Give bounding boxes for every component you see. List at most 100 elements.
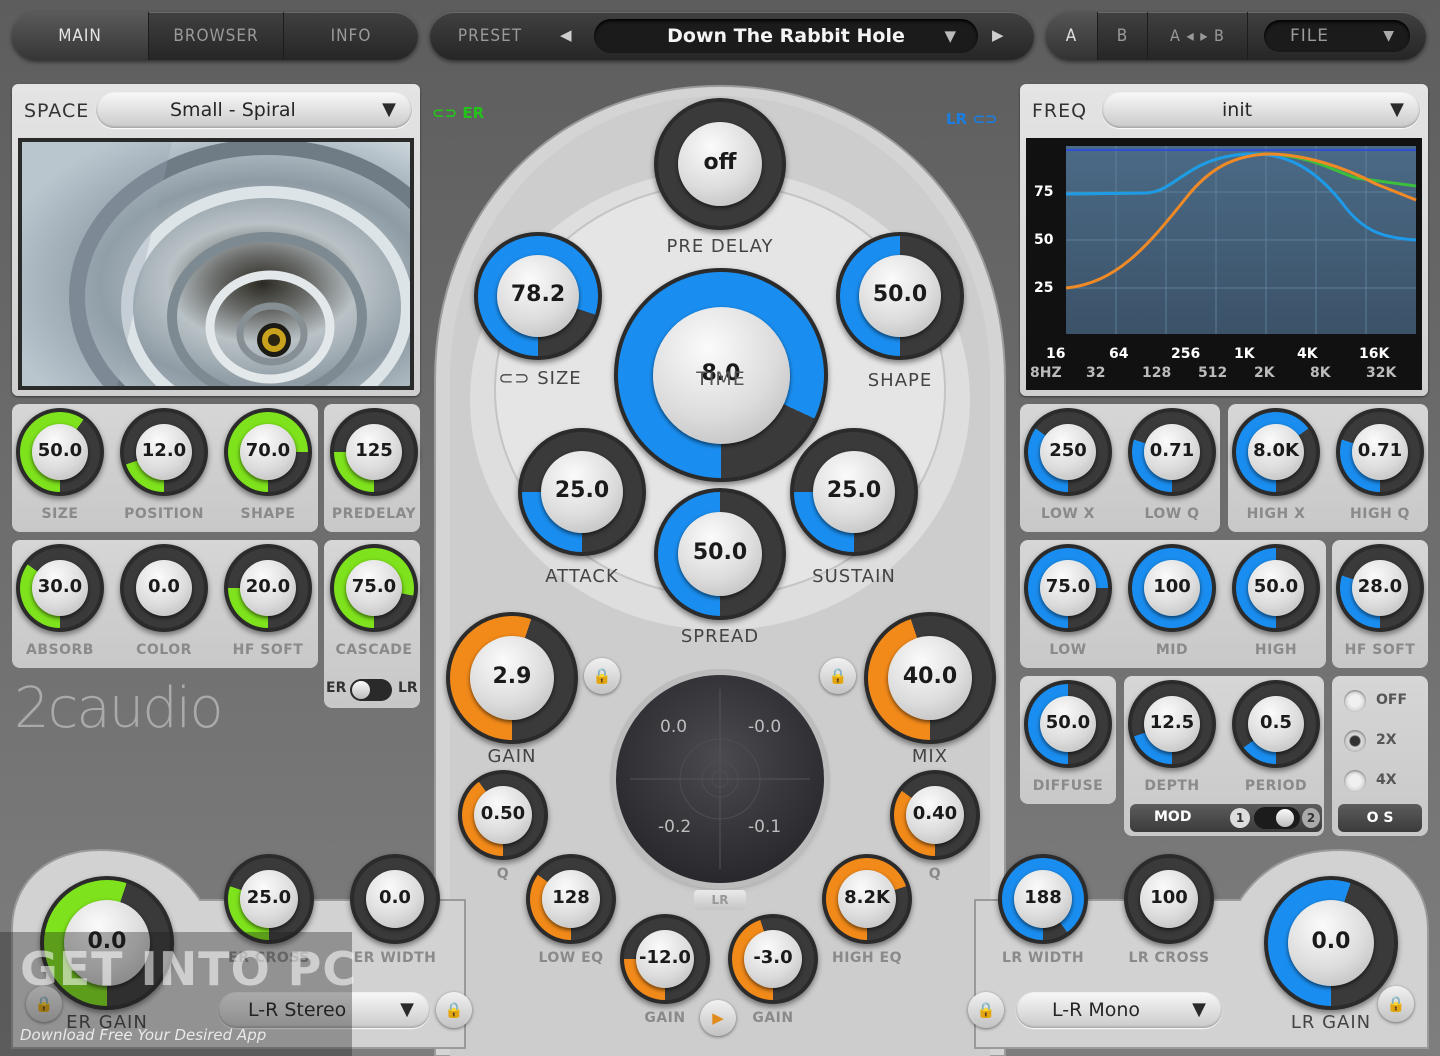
lr-tag[interactable]: LR xyxy=(694,890,746,910)
freq-x-tick: 1K xyxy=(1234,346,1255,362)
freq-graph[interactable]: 75 50 25 16 64 256 1K 4K 16K 8HZ 32 128 512 2K 8K 3… xyxy=(1026,138,1422,390)
mod-switch[interactable]: MOD 1 2 xyxy=(1130,804,1322,832)
tab-info[interactable]: INFO xyxy=(284,12,418,60)
knob-hf-soft[interactable]: 20.0 xyxy=(224,544,312,632)
knob-lr-width-value: 188 xyxy=(1024,887,1062,908)
mod-2-indicator[interactable]: 2 xyxy=(1302,808,1320,828)
knob-mid[interactable]: 100 xyxy=(1128,544,1216,632)
knob-mix-value: 40.0 xyxy=(902,664,958,689)
tab-browser[interactable]: BROWSER xyxy=(149,12,284,60)
os-4x-radio[interactable] xyxy=(1344,770,1366,792)
2caudio-logo: 2caudio xyxy=(14,676,224,741)
knob-absorb[interactable]: 30.0 xyxy=(16,544,104,632)
next-preset-icon[interactable]: ▶ xyxy=(992,26,1004,44)
ab-swap-button[interactable]: A ◂ ▸ B xyxy=(1148,12,1248,60)
file-button[interactable]: FILE ▼ xyxy=(1264,20,1410,52)
knob-q-left[interactable]: 0.50 xyxy=(458,770,548,860)
knob-cascade[interactable]: 75.0 xyxy=(330,544,418,632)
os-label: O S xyxy=(1338,804,1422,832)
knob-size[interactable]: 78.2 xyxy=(474,232,602,360)
knob-high-eq[interactable]: 8.2K xyxy=(822,854,912,944)
knob-color[interactable]: 0.0 xyxy=(120,544,208,632)
knob-absorb-value: 30.0 xyxy=(37,576,83,597)
ab-bar: A B A ◂ ▸ B FILE ▼ xyxy=(1046,12,1426,60)
toggle-thumb[interactable] xyxy=(352,681,370,699)
freq-dropdown[interactable]: init ▼ xyxy=(1102,92,1420,128)
lr-gain-lock-icon[interactable]: 🔒 xyxy=(1378,986,1414,1022)
mod-1-indicator[interactable]: 1 xyxy=(1230,808,1250,828)
knob-size[interactable]: 50.0 xyxy=(16,408,104,496)
knob-high-x[interactable]: 8.0K xyxy=(1232,408,1320,496)
mod-toggle-thumb[interactable] xyxy=(1276,809,1294,827)
knob-lr-cross-value: 100 xyxy=(1150,887,1188,908)
space-dropdown-value: Small - Spiral xyxy=(170,99,296,121)
knob-er-width[interactable]: 0.0 xyxy=(350,854,440,944)
watermark-box: GET INTO PC Download Free Your Desired A… xyxy=(0,932,356,1056)
knob-high-x-value: 8.0K xyxy=(1253,440,1299,461)
knob-pre-delay-value: off xyxy=(703,150,737,175)
knob-q-right[interactable]: 0.40 xyxy=(890,770,980,860)
lr-mode-dropdown[interactable]: L-R Mono ▼ xyxy=(1016,992,1222,1028)
knob-attack[interactable]: 25.0 xyxy=(518,428,646,556)
knob-low-x[interactable]: 250 xyxy=(1024,408,1112,496)
pan-display[interactable]: 0.0 -0.0 -0.2 -0.1 xyxy=(616,675,824,883)
knob-shape[interactable]: 70.0 xyxy=(224,408,312,496)
knob-low-q[interactable]: 0.71 xyxy=(1128,408,1216,496)
knob-shape-label: SHAPE xyxy=(867,370,933,391)
spiral-staircase-image xyxy=(22,139,465,455)
knob-hf-soft[interactable]: 28.0 xyxy=(1336,544,1424,632)
a-button[interactable]: A xyxy=(1046,12,1098,60)
knob-gain[interactable]: 2.9 xyxy=(446,612,578,744)
b-button[interactable]: B xyxy=(1098,12,1148,60)
er-lr-switch[interactable]: ER LR xyxy=(326,676,418,704)
os-off-radio[interactable] xyxy=(1344,690,1366,712)
link-icon-lr[interactable]: LR ⊂⊃ xyxy=(946,110,997,128)
knob-gain-label: GAIN xyxy=(487,746,537,767)
lr-lock-icon[interactable]: 🔒 xyxy=(968,992,1004,1028)
knob-q-right-value: 0.40 xyxy=(912,803,958,824)
knob-shape[interactable]: 50.0 xyxy=(836,232,964,360)
preset-dropdown-icon[interactable]: ▼ xyxy=(944,19,956,53)
knob-spread[interactable]: 50.0 xyxy=(654,488,786,620)
preset-name[interactable]: Down The Rabbit Hole ▼ xyxy=(594,19,978,53)
knob-sustain[interactable]: 25.0 xyxy=(790,428,918,556)
knob-gain-right[interactable]: -3.0 xyxy=(728,914,818,1004)
knob-high[interactable]: 50.0 xyxy=(1232,544,1320,632)
knob-sustain-value: 25.0 xyxy=(826,478,882,503)
knob-diffuse[interactable]: 50.0 xyxy=(1024,680,1112,768)
er-lock-icon[interactable]: 🔒 xyxy=(436,992,472,1028)
knob-period[interactable]: 0.5 xyxy=(1232,680,1320,768)
gain-lock-icon[interactable]: 🔒 xyxy=(584,658,620,694)
knob-lr-cross[interactable]: 100 xyxy=(1124,854,1214,944)
knob-predelay[interactable]: 125 xyxy=(330,408,418,496)
freq-label: FREQ xyxy=(1032,100,1088,122)
knob-lr-gain[interactable]: 0.0 xyxy=(1264,876,1398,1010)
mix-lock-icon[interactable]: 🔒 xyxy=(820,658,856,694)
watermark-title: GET INTO PC xyxy=(20,942,358,996)
tab-main[interactable]: MAIN xyxy=(12,12,149,60)
knob-low[interactable]: 75.0 xyxy=(1024,544,1112,632)
knob-predelay-label: PREDELAY xyxy=(331,506,417,522)
eq-swap-icon[interactable]: ▶ xyxy=(700,1000,736,1036)
os-2x-radio[interactable] xyxy=(1344,730,1366,752)
mod-label: MOD xyxy=(1154,809,1192,825)
knob-size-label: ⊂⊃ SIZE xyxy=(498,368,582,389)
knob-pre-delay[interactable]: off xyxy=(654,98,786,230)
space-dropdown[interactable]: Small - Spiral ▼ xyxy=(96,92,412,128)
knob-gain-left[interactable]: -12.0 xyxy=(620,914,710,1004)
chevron-down-icon: ▼ xyxy=(400,999,414,1020)
knob-er-cross[interactable]: 25.0 xyxy=(224,854,314,944)
link-icon-er[interactable]: ⊂⊃ ER xyxy=(432,104,484,122)
os-2x-label: 2X xyxy=(1376,732,1397,748)
knob-depth[interactable]: 12.5 xyxy=(1128,680,1216,768)
er-link-label: ER xyxy=(462,104,485,122)
knob-mix[interactable]: 40.0 xyxy=(864,612,996,744)
knob-position[interactable]: 12.0 xyxy=(120,408,208,496)
freq-x-tick: 4K xyxy=(1297,346,1318,362)
knob-high-q[interactable]: 0.71 xyxy=(1336,408,1424,496)
freq-x-tick: 256 xyxy=(1171,346,1201,362)
knob-low-eq[interactable]: 128 xyxy=(526,854,616,944)
knob-lr-width[interactable]: 188 xyxy=(998,854,1088,944)
preset-name-text: Down The Rabbit Hole xyxy=(667,25,905,47)
prev-preset-icon[interactable]: ◀ xyxy=(560,26,572,44)
